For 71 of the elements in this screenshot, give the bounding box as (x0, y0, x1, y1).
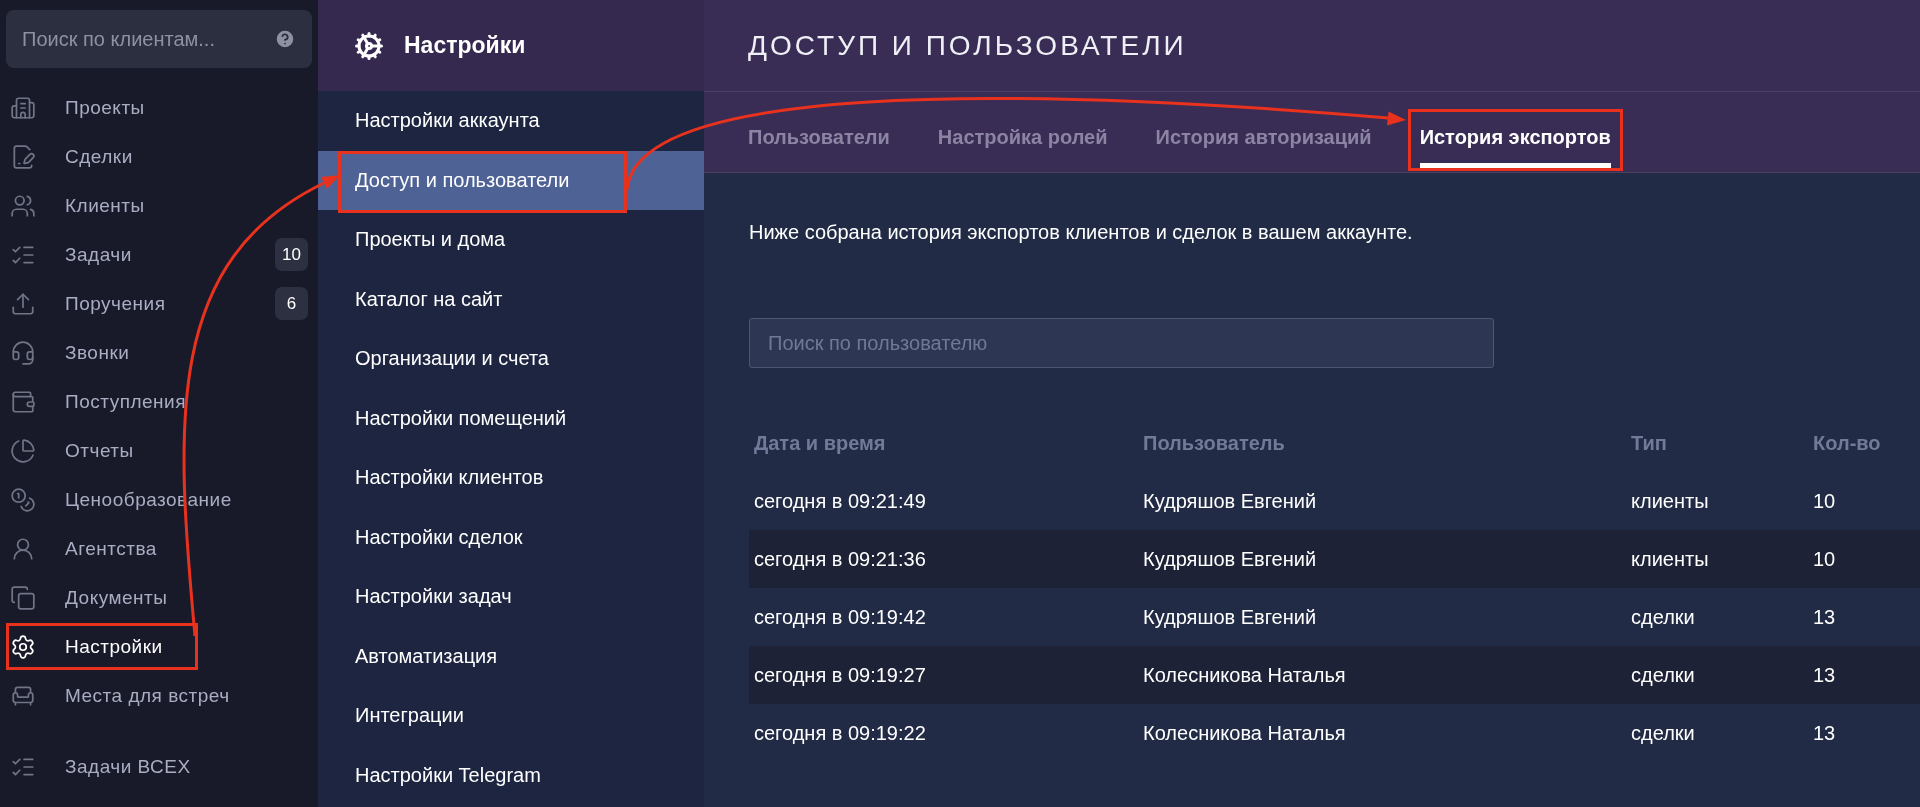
tab[interactable]: Настройка ролей (925, 109, 1120, 171)
sidebar-item[interactable]: Задачи 10 (6, 230, 312, 279)
document-pen-icon (10, 143, 36, 170)
gears-icon (354, 30, 384, 61)
settings-title: Настройки (404, 32, 526, 59)
table-cell-text: 13 (1812, 605, 1837, 629)
users-icon (10, 192, 36, 219)
settings-menu-item[interactable]: Настройки аккаунта (318, 91, 704, 151)
column-header: Тип (1630, 431, 1668, 455)
headset-icon (10, 339, 36, 366)
sidebar-item[interactable]: Поступления (6, 377, 312, 426)
sidebar-item[interactable]: Отчеты (6, 426, 312, 475)
user-search-field[interactable]: Поиск по пользователю (749, 318, 1494, 368)
settings-menu-item[interactable]: Настройки клиентов (318, 448, 704, 508)
tab[interactable]: История авторизаций (1143, 109, 1384, 171)
table-cell-text: 13 (1812, 721, 1837, 745)
settings-menu-item[interactable]: Каталог на сайт (318, 269, 704, 329)
settings-menu-item[interactable]: Настройки сделок (318, 507, 704, 567)
table-cell-text: сегодня в 09:19:27 (753, 663, 927, 687)
table-cell-text: сегодня в 09:19:42 (753, 605, 927, 629)
table-cell-text: клиенты (1630, 489, 1710, 513)
wallet-icon (10, 388, 36, 415)
column-header: Пользователь (1142, 431, 1286, 455)
table-cell-text: Колесникова Наталья (1142, 721, 1347, 745)
documents-icon (10, 584, 36, 611)
table-cell-text: сегодня в 09:21:36 (753, 547, 927, 571)
settings-menu-item[interactable]: Настройки помещений (318, 388, 704, 448)
sidebar-item[interactable]: Клиенты (6, 181, 312, 230)
settings-menu-item[interactable]: Настройки Telegram (318, 745, 704, 805)
settings-menu-item[interactable]: Настройки задач (318, 567, 704, 627)
sidebar-item[interactable]: Агентства (6, 524, 312, 573)
table-cell-text: 10 (1812, 489, 1837, 513)
tab[interactable]: История экспортов (1407, 109, 1623, 171)
settings-menu-item[interactable]: Автоматизация (318, 626, 704, 686)
table-cell-text: Кудряшов Евгений (1142, 489, 1318, 513)
coins-icon (10, 486, 36, 513)
sidebar-item[interactable]: Задачи ВСЕХ (6, 742, 312, 791)
sidebar-item[interactable]: Настройки (6, 622, 312, 671)
table-cell-text: 10 (1812, 547, 1837, 571)
column-header: Дата и время (753, 431, 887, 455)
pie-chart-icon (10, 437, 36, 464)
table-cell-text: сделки (1630, 605, 1696, 629)
column-header: Кол-во (1812, 431, 1882, 455)
table-cell-text: сегодня в 09:19:22 (753, 721, 927, 745)
description-text: Ниже собрана история экспортов клиентов и сделок в вашем аккаунте. (749, 221, 1414, 244)
settings-menu-item[interactable]: Доступ и пользователи (318, 150, 704, 210)
sidebar-item[interactable]: Проекты (6, 83, 312, 132)
settings-menu-item[interactable]: Организации и счета (318, 329, 704, 389)
settings-icon (10, 633, 36, 660)
sidebar-item[interactable]: Документы (6, 573, 312, 622)
help-icon[interactable] (274, 28, 296, 50)
table-cell-text: клиенты (1630, 547, 1710, 571)
page-title: ДОСТУП И ПОЛЬЗОВАТЕЛИ (748, 29, 1187, 62)
settings-menu-item[interactable]: Интеграции (318, 686, 704, 746)
table-cell-text: 13 (1812, 663, 1837, 687)
table-cell-text: Кудряшов Евгений (1142, 547, 1318, 571)
count-badge: 10 (275, 238, 308, 271)
tab[interactable]: Пользователи (736, 109, 902, 171)
table-cell-text: сделки (1630, 721, 1696, 745)
sidebar-item[interactable]: Поручения 6 (6, 279, 312, 328)
building-icon (10, 94, 36, 121)
sidebar-item[interactable]: Звонки (6, 328, 312, 377)
table-cell-text: сделки (1630, 663, 1696, 687)
settings-menu-item[interactable]: Проекты и дома (318, 210, 704, 270)
table-cell-text: сегодня в 09:21:49 (753, 489, 927, 513)
table-cell-text: Кудряшов Евгений (1142, 605, 1318, 629)
count-badge: 6 (275, 287, 308, 320)
sidebar-item[interactable]: Места для встреч (6, 671, 312, 720)
table-cell-text: Колесникова Наталья (1142, 663, 1347, 687)
sidebar-item[interactable]: Сделки (6, 132, 312, 181)
client-search-field[interactable]: Поиск по клиентам... (6, 10, 312, 68)
